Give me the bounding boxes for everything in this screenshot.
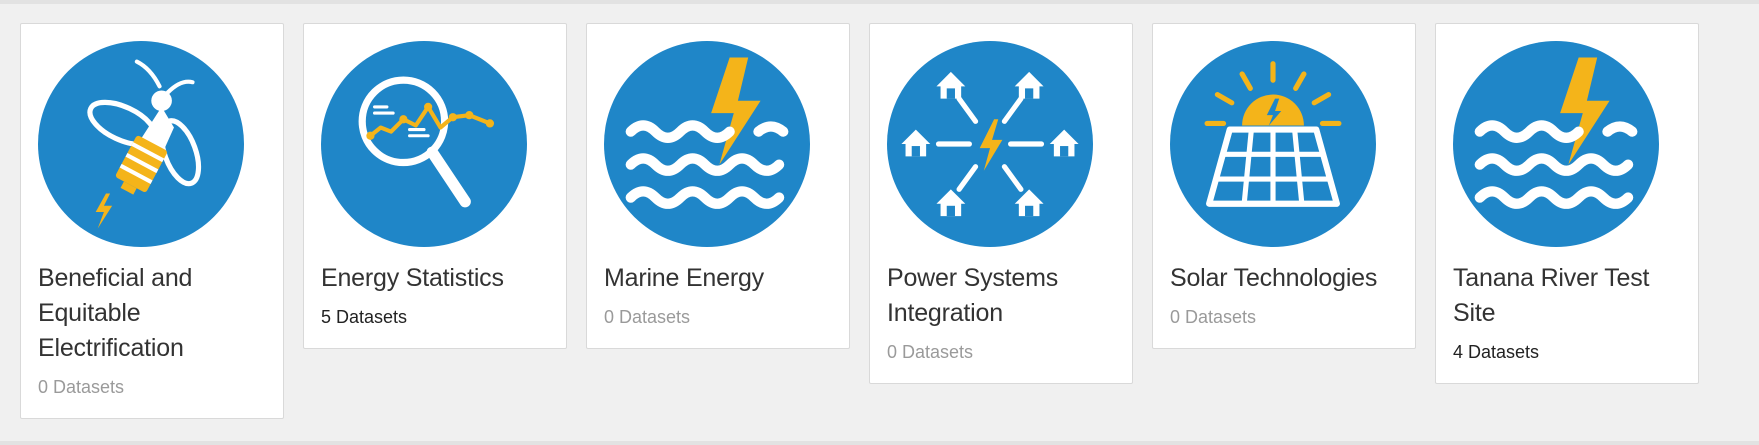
waves-lightning-icon [604, 41, 810, 247]
card-title[interactable]: Marine Energy [604, 261, 832, 296]
card-title[interactable]: Beneficial and Equitable Electrification [38, 261, 266, 366]
top-divider [0, 0, 1759, 4]
category-card-solar-technologies[interactable]: Solar Technologies 0 Datasets [1152, 23, 1416, 349]
category-card-power-systems[interactable]: Power Systems Integration 0 Datasets [869, 23, 1133, 384]
card-title[interactable]: Power Systems Integration [887, 261, 1115, 331]
bottom-divider [0, 441, 1759, 445]
category-grid: Beneficial and Equitable Electrification… [20, 23, 1699, 419]
dataset-count: 4 Datasets [1453, 342, 1540, 362]
power-network-houses-icon [887, 41, 1093, 247]
dataset-count: 0 Datasets [1170, 307, 1257, 327]
category-card-marine-energy[interactable]: Marine Energy 0 Datasets [586, 23, 850, 349]
dataset-count: 5 Datasets [321, 307, 408, 327]
category-card-tanana-river[interactable]: Tanana River Test Site 4 Datasets [1435, 23, 1699, 384]
dataset-count: 0 Datasets [604, 307, 691, 327]
dataset-count: 0 Datasets [887, 342, 974, 362]
category-card-beneficial-electrification[interactable]: Beneficial and Equitable Electrification… [20, 23, 284, 419]
lightning-bug-icon [38, 41, 244, 247]
category-card-energy-statistics[interactable]: Energy Statistics 5 Datasets [303, 23, 567, 349]
solar-panel-sun-icon [1170, 41, 1376, 247]
card-title[interactable]: Solar Technologies [1170, 261, 1398, 296]
waves-lightning-icon [1453, 41, 1659, 247]
card-title[interactable]: Energy Statistics [321, 261, 549, 296]
dataset-count: 0 Datasets [38, 377, 125, 397]
card-title[interactable]: Tanana River Test Site [1453, 261, 1681, 331]
magnifying-glass-chart-icon [321, 41, 527, 247]
